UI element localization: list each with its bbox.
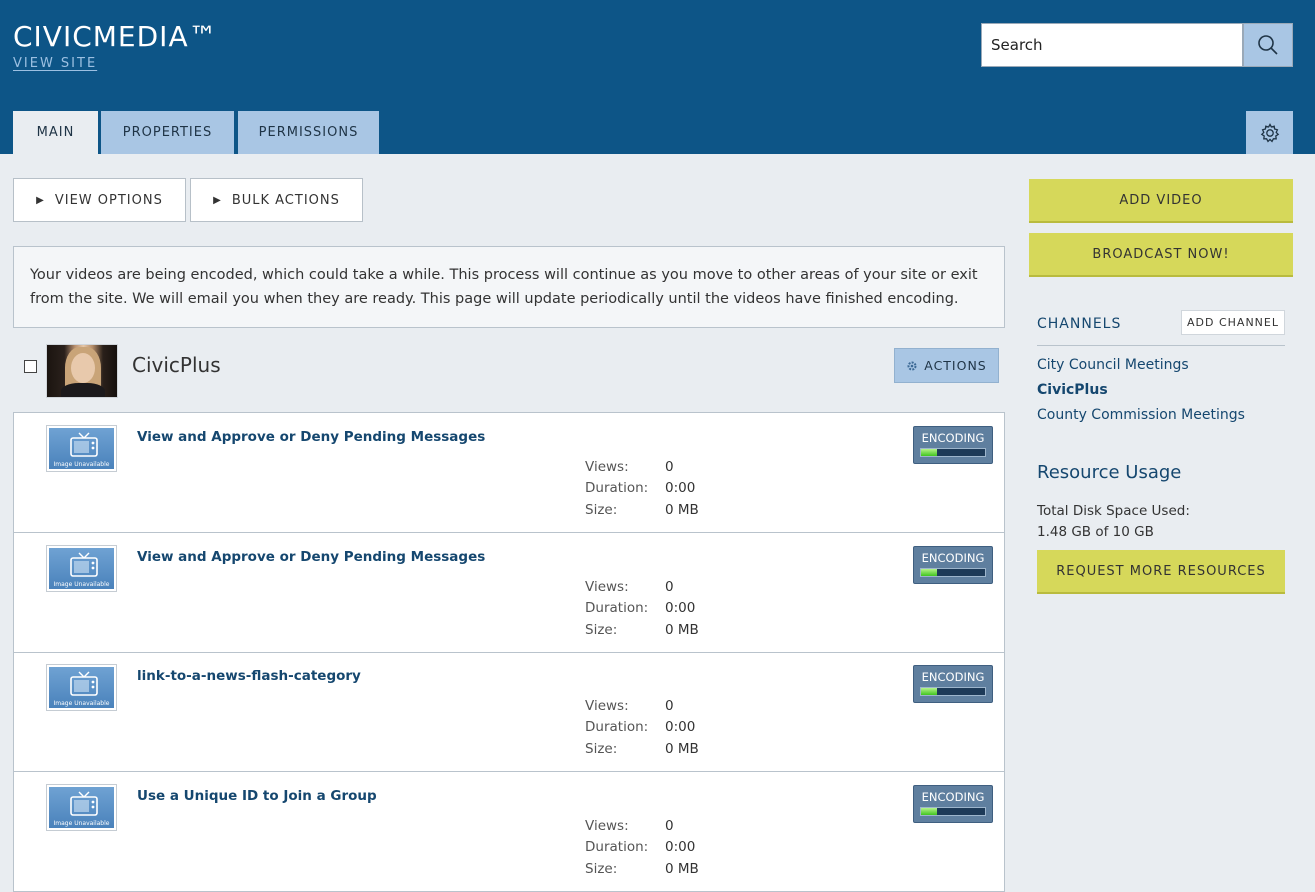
view-site-link[interactable]: VIEW SITE <box>13 56 97 71</box>
size-value: 0 MB <box>665 741 699 757</box>
duration-label: Duration: <box>585 719 649 735</box>
bulk-actions-button[interactable]: ▶ BULK ACTIONS <box>190 178 363 222</box>
duration-value: 0:00 <box>665 719 696 735</box>
views-label: Views: <box>585 817 629 834</box>
gear-icon <box>1260 122 1279 142</box>
channel-link-city-council[interactable]: City Council Meetings <box>1037 357 1189 373</box>
views-value: 0 <box>665 459 674 475</box>
views-value: 0 <box>665 698 674 714</box>
encoding-status-badge: ENCODING <box>913 426 993 464</box>
duration-label: Duration: <box>585 599 649 616</box>
search-button[interactable] <box>1243 23 1293 67</box>
encoding-progress-fill <box>921 688 937 695</box>
tv-icon <box>70 671 98 696</box>
encoding-progress-bar <box>920 687 986 696</box>
size-value: 0 MB <box>665 502 699 518</box>
views-value: 0 <box>665 578 674 595</box>
size-label: Size: <box>585 741 618 757</box>
encoding-progress-bar <box>920 806 986 816</box>
encoding-notice: Your videos are being encoded, which cou… <box>13 246 1005 328</box>
video-title-link[interactable]: link-to-a-news-flash-category <box>137 668 361 684</box>
view-options-button[interactable]: ▶ VIEW OPTIONS <box>13 178 186 222</box>
thumbnail-label: Image Unavailable <box>53 819 110 827</box>
duration-value: 0:00 <box>665 599 696 616</box>
tv-icon <box>70 552 98 577</box>
disk-space-label: Total Disk Space Used: <box>1037 503 1190 519</box>
video-row: Image Unavailable Use a Unique ID to Joi… <box>14 772 1004 892</box>
video-row: Image Unavailable link-to-a-news-flash-c… <box>14 652 1004 772</box>
encoding-status-label: ENCODING <box>921 670 985 684</box>
video-row: Image Unavailable View and Approve or De… <box>14 533 1004 653</box>
view-options-label: VIEW OPTIONS <box>54 192 163 208</box>
add-video-button[interactable]: ADD VIDEO <box>1029 179 1293 223</box>
size-value: 0 MB <box>665 621 699 638</box>
video-thumbnail[interactable]: Image Unavailable <box>46 783 117 831</box>
encoding-status-label: ENCODING <box>921 431 985 445</box>
encoding-progress-fill <box>921 568 937 576</box>
thumbnail-label: Image Unavailable <box>53 580 110 588</box>
add-channel-button[interactable]: ADD CHANNEL <box>1181 310 1285 335</box>
app-title: CIVICMEDIA™ <box>13 20 218 53</box>
channels-divider <box>1037 345 1285 346</box>
duration-label: Duration: <box>585 480 649 496</box>
video-thumbnail[interactable]: Image Unavailable <box>46 425 117 472</box>
views-label: Views: <box>585 578 629 595</box>
encoding-progress-bar <box>920 567 986 577</box>
search-icon <box>1258 35 1278 55</box>
tab-properties[interactable]: PROPERTIES <box>101 111 234 154</box>
views-label: Views: <box>585 698 629 714</box>
broadcast-now-button[interactable]: BROADCAST NOW! <box>1029 233 1293 277</box>
views-value: 0 <box>665 817 674 834</box>
encoding-status-badge: ENCODING <box>913 665 993 703</box>
views-label: Views: <box>585 459 629 475</box>
encoding-progress-fill <box>921 807 937 815</box>
channel-link-county-commission[interactable]: County Commission Meetings <box>1037 407 1245 423</box>
size-label: Size: <box>585 502 618 518</box>
channels-heading: CHANNELS <box>1037 316 1122 332</box>
encoding-status-label: ENCODING <box>921 550 985 565</box>
size-label: Size: <box>585 860 618 877</box>
video-thumbnail[interactable]: Image Unavailable <box>46 544 117 592</box>
settings-button[interactable] <box>1246 111 1293 154</box>
actions-label: ACTIONS <box>924 358 987 373</box>
thumbnail-label: Image Unavailable <box>53 700 110 707</box>
bulk-actions-label: BULK ACTIONS <box>231 192 340 208</box>
encoding-status-badge: ENCODING <box>913 784 993 823</box>
video-thumbnail[interactable]: Image Unavailable <box>46 664 117 711</box>
triangle-right-icon: ▶ <box>213 194 222 206</box>
encoding-status-label: ENCODING <box>921 789 985 804</box>
size-label: Size: <box>585 621 618 638</box>
video-title-link[interactable]: View and Approve or Deny Pending Message… <box>137 549 485 565</box>
search-input[interactable] <box>981 23 1243 67</box>
channel-avatar <box>46 344 118 398</box>
triangle-right-icon: ▶ <box>36 194 45 206</box>
encoding-progress-fill <box>921 449 937 456</box>
video-title-link[interactable]: View and Approve or Deny Pending Message… <box>137 429 485 445</box>
channel-title: CivicPlus <box>132 353 221 377</box>
actions-button[interactable]: ACTIONS <box>894 348 999 383</box>
encoding-progress-bar <box>920 448 986 457</box>
tv-icon <box>70 432 98 457</box>
video-list: Image Unavailable View and Approve or De… <box>13 412 1005 892</box>
duration-label: Duration: <box>585 838 649 855</box>
channel-link-civicplus[interactable]: CivicPlus <box>1037 382 1108 398</box>
tv-icon <box>70 791 98 816</box>
video-title-link[interactable]: Use a Unique ID to Join a Group <box>137 788 377 804</box>
thumbnail-label: Image Unavailable <box>53 461 110 468</box>
select-all-checkbox[interactable] <box>24 360 37 373</box>
duration-value: 0:00 <box>665 480 696 496</box>
video-row: Image Unavailable View and Approve or De… <box>14 413 1004 533</box>
gear-icon <box>907 361 917 370</box>
encoding-status-badge: ENCODING <box>913 545 993 584</box>
request-more-resources-button[interactable]: REQUEST MORE RESOURCES <box>1037 550 1285 594</box>
duration-value: 0:00 <box>665 838 696 855</box>
resource-usage-heading: Resource Usage <box>1037 462 1182 483</box>
size-value: 0 MB <box>665 860 699 877</box>
header-bar: CIVICMEDIA™ VIEW SITE MAIN PROPERTIES PE… <box>0 0 1315 154</box>
tab-main[interactable]: MAIN <box>13 111 98 154</box>
tab-permissions[interactable]: PERMISSIONS <box>238 111 379 154</box>
disk-space-value: 1.48 GB of 10 GB <box>1037 524 1154 540</box>
